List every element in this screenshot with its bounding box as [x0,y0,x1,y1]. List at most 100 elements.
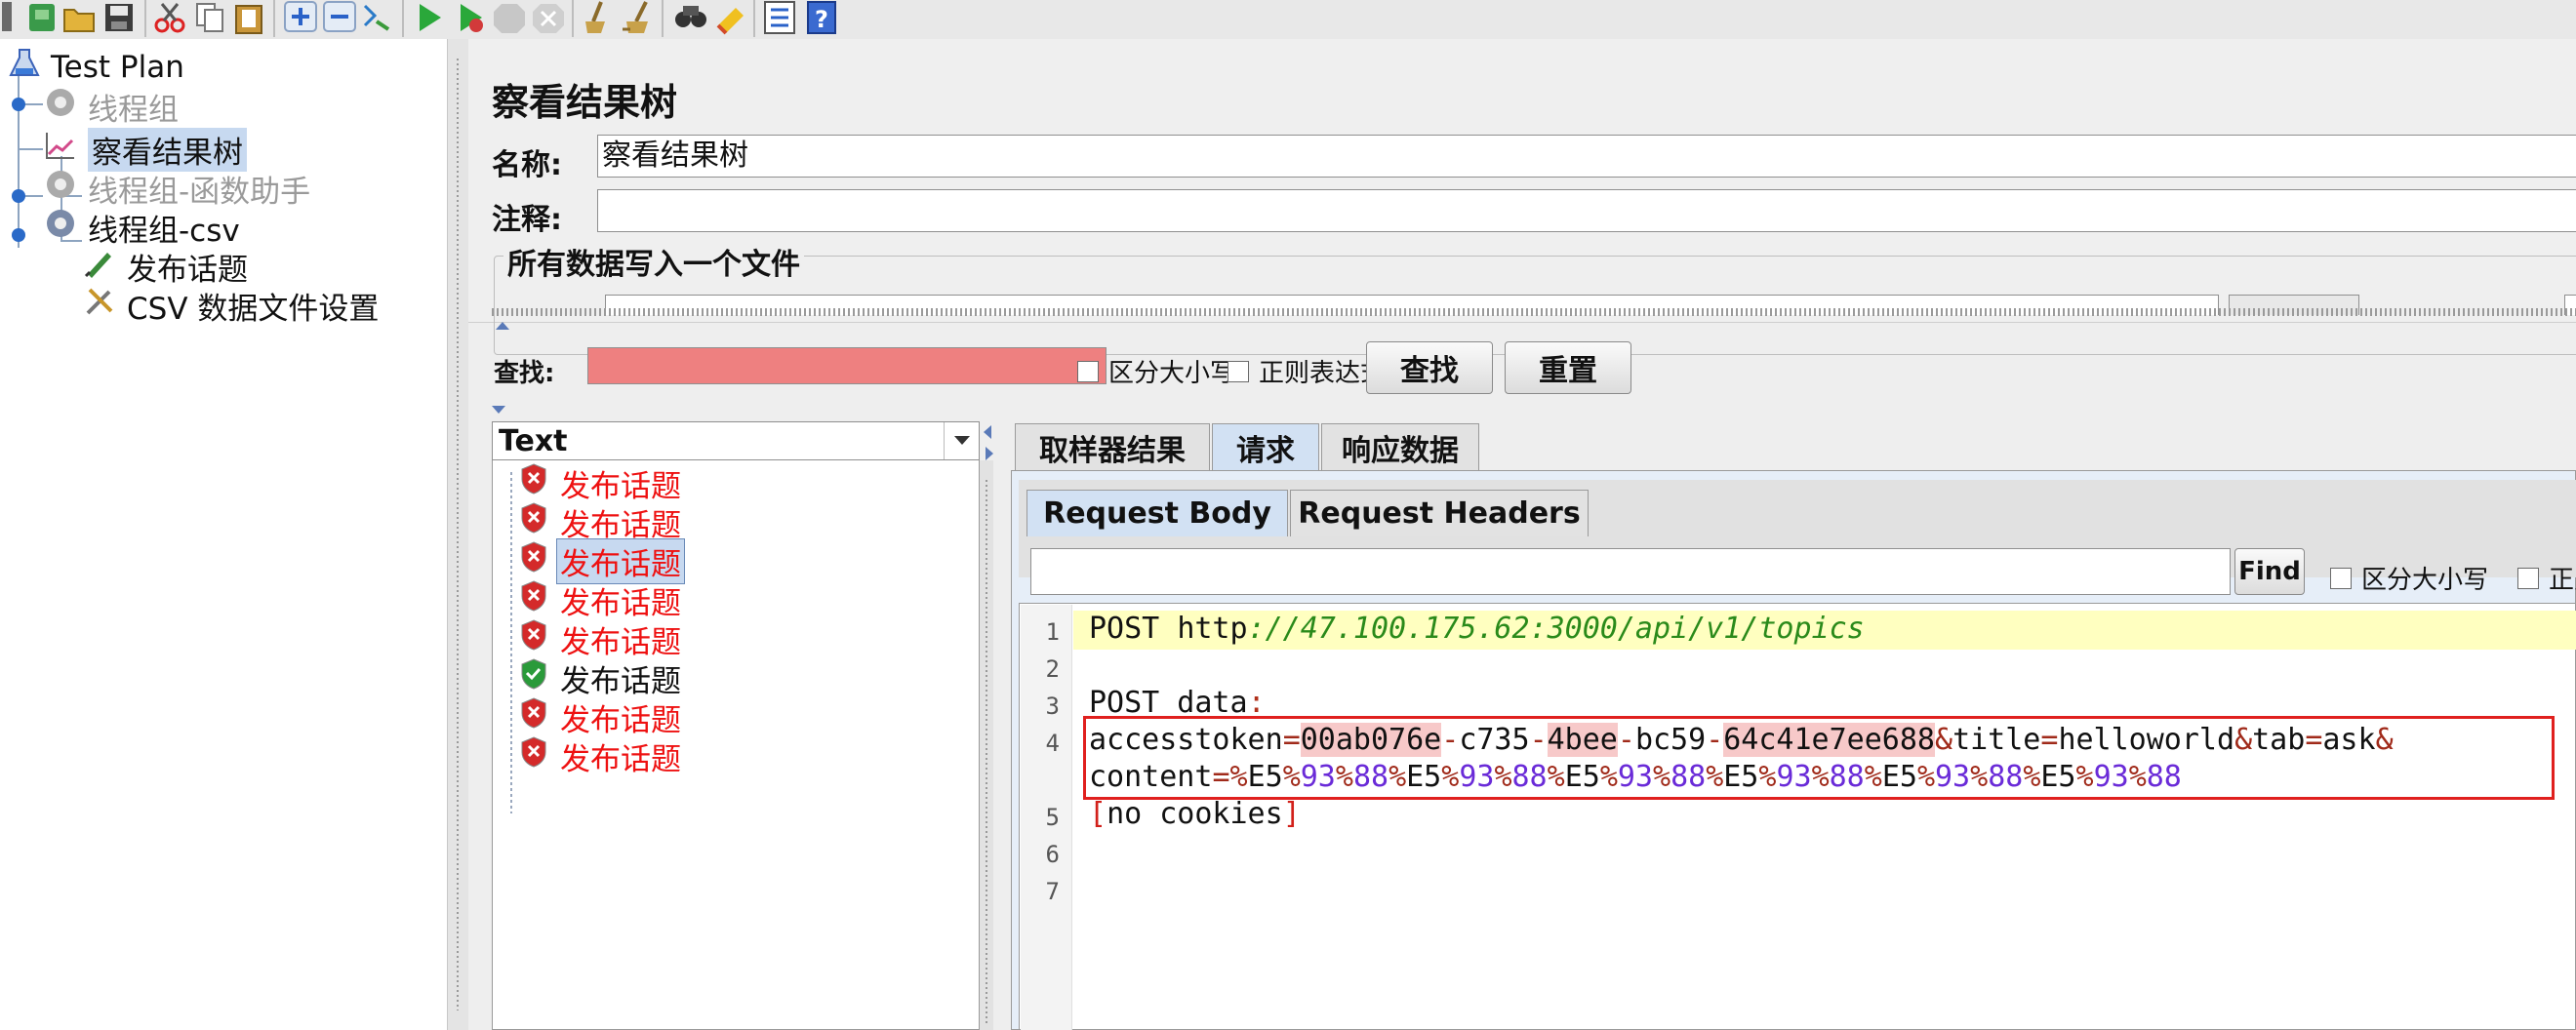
result-item[interactable]: 发布话题 [518,462,684,504]
result-item[interactable]: 发布话题 [518,735,684,777]
result-label: 发布话题 [560,507,681,543]
start-icon[interactable] [408,0,451,35]
collapse-up-icon[interactable] [496,322,509,330]
svg-text:?: ? [815,6,828,33]
tree-item-thread-group-function[interactable]: 线程组-函数助手 [43,167,310,210]
find-case-checkbox[interactable]: 区分大小写 [2330,560,2488,596]
result-label: 发布话题 [560,663,681,699]
test-plan-tree: Test Plan 线程组 察看结果树 线程组-函数助手 线程组-csv 发布话… [0,39,447,1030]
expand-handle[interactable] [12,98,25,111]
start-no-pause-icon[interactable] [449,0,492,35]
results-list: 发布话题 发布话题 发布话题 发布话题 发布话题 发布话题 发布话题 发布话题 [492,460,980,1030]
vertical-splitter[interactable] [447,39,470,1030]
help-icon[interactable]: ? [800,0,843,35]
result-item[interactable]: 发布话题 [518,657,684,699]
paste-icon[interactable] [228,0,271,35]
reset-button[interactable]: 重置 [1505,341,1631,394]
line-number: 4 [1045,730,1060,757]
cut-icon[interactable] [148,0,191,35]
regex-checkbox[interactable]: 正则表达式 [1228,353,1386,389]
expand-down-icon[interactable] [492,406,505,414]
copy-icon[interactable] [189,0,232,35]
expand-handle[interactable] [12,228,25,242]
case-sensitive-label: 区分大小写 [1108,359,1236,388]
horizontal-splitter[interactable] [492,308,2576,316]
reset-search-icon[interactable] [710,0,753,35]
pen-icon [82,245,117,288]
clear-all-icon[interactable] [617,0,660,35]
url-path: ://47.100.175.62:3000/api/v1/topics [1247,612,1865,646]
line-number: 6 [1045,841,1060,868]
find-regex-checkbox[interactable]: 正则 [2517,560,2576,596]
function-helper-icon[interactable] [759,0,802,35]
line-number: 2 [1045,655,1060,683]
tab-sampler-result[interactable]: 取样器结果 [1015,423,1210,470]
result-label: 发布话题 [560,741,681,777]
toolbar-separator [273,0,275,37]
tree-item-test-plan[interactable]: Test Plan [8,49,184,86]
tree-line [18,62,20,248]
bracket-close: ] [1282,797,1301,831]
chart-icon [43,129,78,170]
renderer-select-value: Text [499,424,568,458]
save-icon[interactable] [98,0,141,35]
toolbar: ? [0,0,2576,40]
url-scheme: http [1177,612,1248,646]
tree-item-thread-group[interactable]: 线程组 [43,88,179,128]
list-detail-splitter[interactable] [980,460,993,1030]
case-sensitive-checkbox[interactable]: 区分大小写 [1077,353,1235,389]
comment-field[interactable] [597,189,2576,232]
result-item[interactable]: 发布话题 [518,502,684,543]
find-button[interactable]: 查找 [1366,341,1493,394]
chevron-down-icon[interactable] [944,422,980,459]
clear-icon[interactable] [578,0,621,35]
tab-request-body[interactable]: Request Body [1026,490,1288,536]
result-item[interactable]: 发布话题 [518,580,684,621]
code-line-6: [no cookies] [1089,796,1301,833]
tree-item-publish-topic[interactable]: 发布话题 [82,245,248,288]
name-field[interactable]: 察看结果树 [597,135,2576,178]
search-icon[interactable] [669,0,712,35]
tree-item-csv-data-set[interactable]: CSV 数据文件设置 [82,287,379,327]
open-icon[interactable] [57,0,100,35]
tree-line [510,472,512,813]
tab-request-headers[interactable]: Request Headers [1290,490,1589,536]
line-number: 3 [1045,693,1060,720]
gear-icon [43,167,78,210]
add-icon[interactable] [279,0,322,35]
error-shield-icon [518,735,549,776]
toolbar-separator [662,0,664,37]
comment-label: 注释: [492,203,562,237]
http-method: POST [1089,612,1160,646]
result-item[interactable]: 发布话题 [518,537,685,584]
cookies-text: no cookies [1107,797,1283,831]
collapse-right-icon[interactable] [986,447,993,460]
expand-handle[interactable] [12,189,25,203]
shutdown-icon[interactable] [527,0,570,35]
search-input[interactable] [587,347,1107,384]
tree-item-label: CSV 数据文件设置 [127,291,380,327]
toggle-icon[interactable] [357,0,400,35]
find-regex-label: 正则 [2549,566,2576,595]
result-label: 发布话题 [560,624,681,660]
success-shield-icon [518,657,549,698]
tab-response-data[interactable]: 响应数据 [1321,423,1479,470]
code-line-1: POST http://47.100.175.62:3000/api/v1/to… [1089,611,1865,648]
file-section-label: 所有数据写入一个文件 [503,240,804,283]
tree-item-view-results-tree[interactable]: 察看结果树 [43,127,247,172]
remove-icon[interactable] [318,0,361,35]
stop-icon[interactable] [488,0,531,35]
result-label: 发布话题 [556,537,685,584]
find-text-button[interactable]: Find [2234,548,2305,595]
result-item[interactable]: 发布话题 [518,619,684,660]
find-input[interactable] [1030,548,2231,595]
tab-request[interactable]: 请求 [1212,423,1319,470]
post-data-colon: : [1247,686,1266,720]
result-item[interactable]: 发布话题 [518,697,684,738]
tree-item-thread-group-csv[interactable]: 线程组-csv [43,209,240,249]
post-data-label: POST data [1089,686,1248,720]
error-shield-icon [518,462,549,503]
collapse-left-icon[interactable] [984,425,991,439]
tree-item-label: 线程组-函数助手 [88,174,311,210]
renderer-select[interactable]: Text [492,421,980,460]
